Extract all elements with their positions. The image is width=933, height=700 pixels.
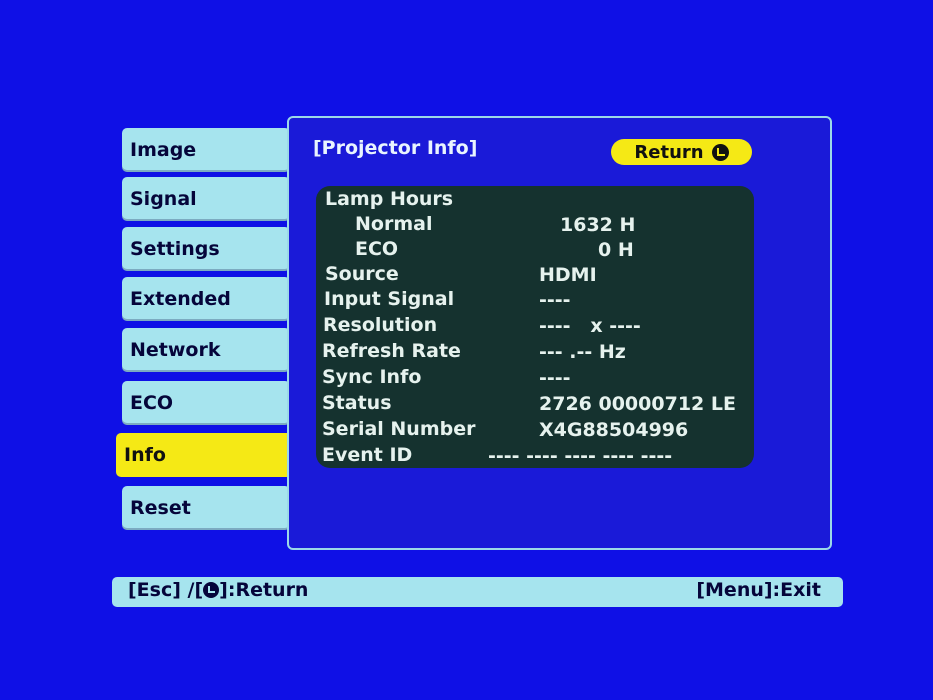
- input-signal-value: ----: [539, 289, 571, 311]
- menu-item-info[interactable]: Info: [116, 433, 296, 477]
- menu-item-extended[interactable]: Extended: [122, 277, 290, 321]
- menu-item-reset[interactable]: Reset: [122, 486, 290, 530]
- return-label: Return: [634, 141, 704, 163]
- eco-label: ECO: [355, 238, 399, 260]
- menu-item-label: Reset: [130, 497, 191, 519]
- event-id-label: Event ID: [322, 444, 413, 466]
- refresh-rate-value: --- .-- Hz: [539, 341, 626, 363]
- menu-item-label: Info: [124, 444, 166, 466]
- serial-number-label: Serial Number: [322, 418, 476, 440]
- enter-icon: [203, 582, 220, 598]
- lamp-hours-label: Lamp Hours: [325, 188, 454, 210]
- resolution-label: Resolution: [323, 314, 438, 336]
- esc-prefix: [Esc] /[: [128, 579, 204, 601]
- source-value: HDMI: [539, 264, 597, 286]
- return-suffix: ]:Return: [219, 579, 309, 601]
- sync-info-value: ----: [539, 367, 571, 389]
- menu-item-label: Signal: [130, 188, 197, 210]
- menu-item-label: Image: [130, 139, 197, 161]
- event-id-value: ---- ---- ---- ---- ----: [488, 445, 673, 467]
- sync-info-label: Sync Info: [322, 366, 422, 388]
- menu-item-signal[interactable]: Signal: [122, 177, 290, 221]
- menu-item-label: Settings: [130, 238, 220, 260]
- menu-item-label: Network: [130, 339, 221, 361]
- source-label: Source: [325, 263, 399, 285]
- status-label: Status: [322, 392, 392, 414]
- refresh-rate-label: Refresh Rate: [322, 340, 461, 362]
- menu-item-label: Extended: [130, 288, 231, 310]
- menu-exit-hint: [Menu]:Exit: [696, 579, 821, 601]
- normal-label: Normal: [355, 213, 433, 235]
- menu-item-label: ECO: [130, 392, 174, 414]
- enter-icon: [711, 143, 729, 161]
- normal-value: 1632 H: [560, 214, 636, 236]
- panel-title: [Projector Info]: [313, 137, 478, 159]
- menu-item-network[interactable]: Network: [122, 328, 290, 372]
- status-value: 2726 00000712 LE: [539, 393, 736, 415]
- resolution-value: ---- x ----: [539, 315, 641, 337]
- menu-item-settings[interactable]: Settings: [122, 227, 290, 271]
- serial-number-value: X4G88504996: [539, 419, 689, 441]
- menu-item-image[interactable]: Image: [122, 128, 290, 172]
- projector-osd-screen: Image Signal Settings Extended Network E…: [0, 0, 933, 700]
- input-signal-label: Input Signal: [324, 288, 455, 310]
- help-left: [Esc] /[ ]:Return: [128, 579, 308, 601]
- menu-item-eco[interactable]: ECO: [122, 381, 290, 425]
- return-button[interactable]: Return: [611, 139, 752, 165]
- help-bar: [Esc] /[ ]:Return [Menu]:Exit: [112, 577, 843, 607]
- eco-value: 0 H: [598, 239, 634, 261]
